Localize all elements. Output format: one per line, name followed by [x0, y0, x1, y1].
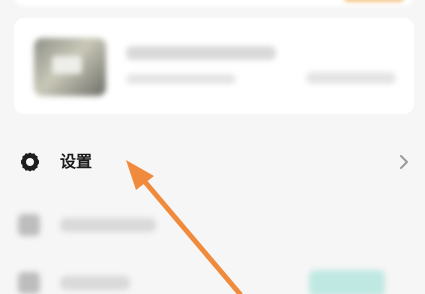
- blurred-row[interactable]: [0, 206, 425, 246]
- blurred-subtitle: [126, 74, 236, 84]
- blurred-row-label: [60, 276, 130, 290]
- blurred-icon: [18, 214, 40, 236]
- blurred-icon: [18, 272, 40, 294]
- settings-label: 设置: [60, 152, 93, 171]
- top-card: [14, 0, 414, 6]
- blurred-row[interactable]: [0, 264, 425, 294]
- gear-icon: [21, 152, 39, 172]
- blurred-row-label: [60, 218, 156, 232]
- top-card-accent: [344, 0, 404, 2]
- settings-row[interactable]: 设置: [0, 140, 425, 184]
- blurred-badge: [309, 270, 385, 294]
- chevron-right-icon: [400, 155, 408, 169]
- settings-screen: 设置: [0, 0, 425, 294]
- blurred-meta: [306, 72, 396, 84]
- blurred-title: [126, 46, 276, 60]
- blurred-thumbnail: [34, 38, 106, 96]
- blurred-content-card[interactable]: [14, 18, 414, 114]
